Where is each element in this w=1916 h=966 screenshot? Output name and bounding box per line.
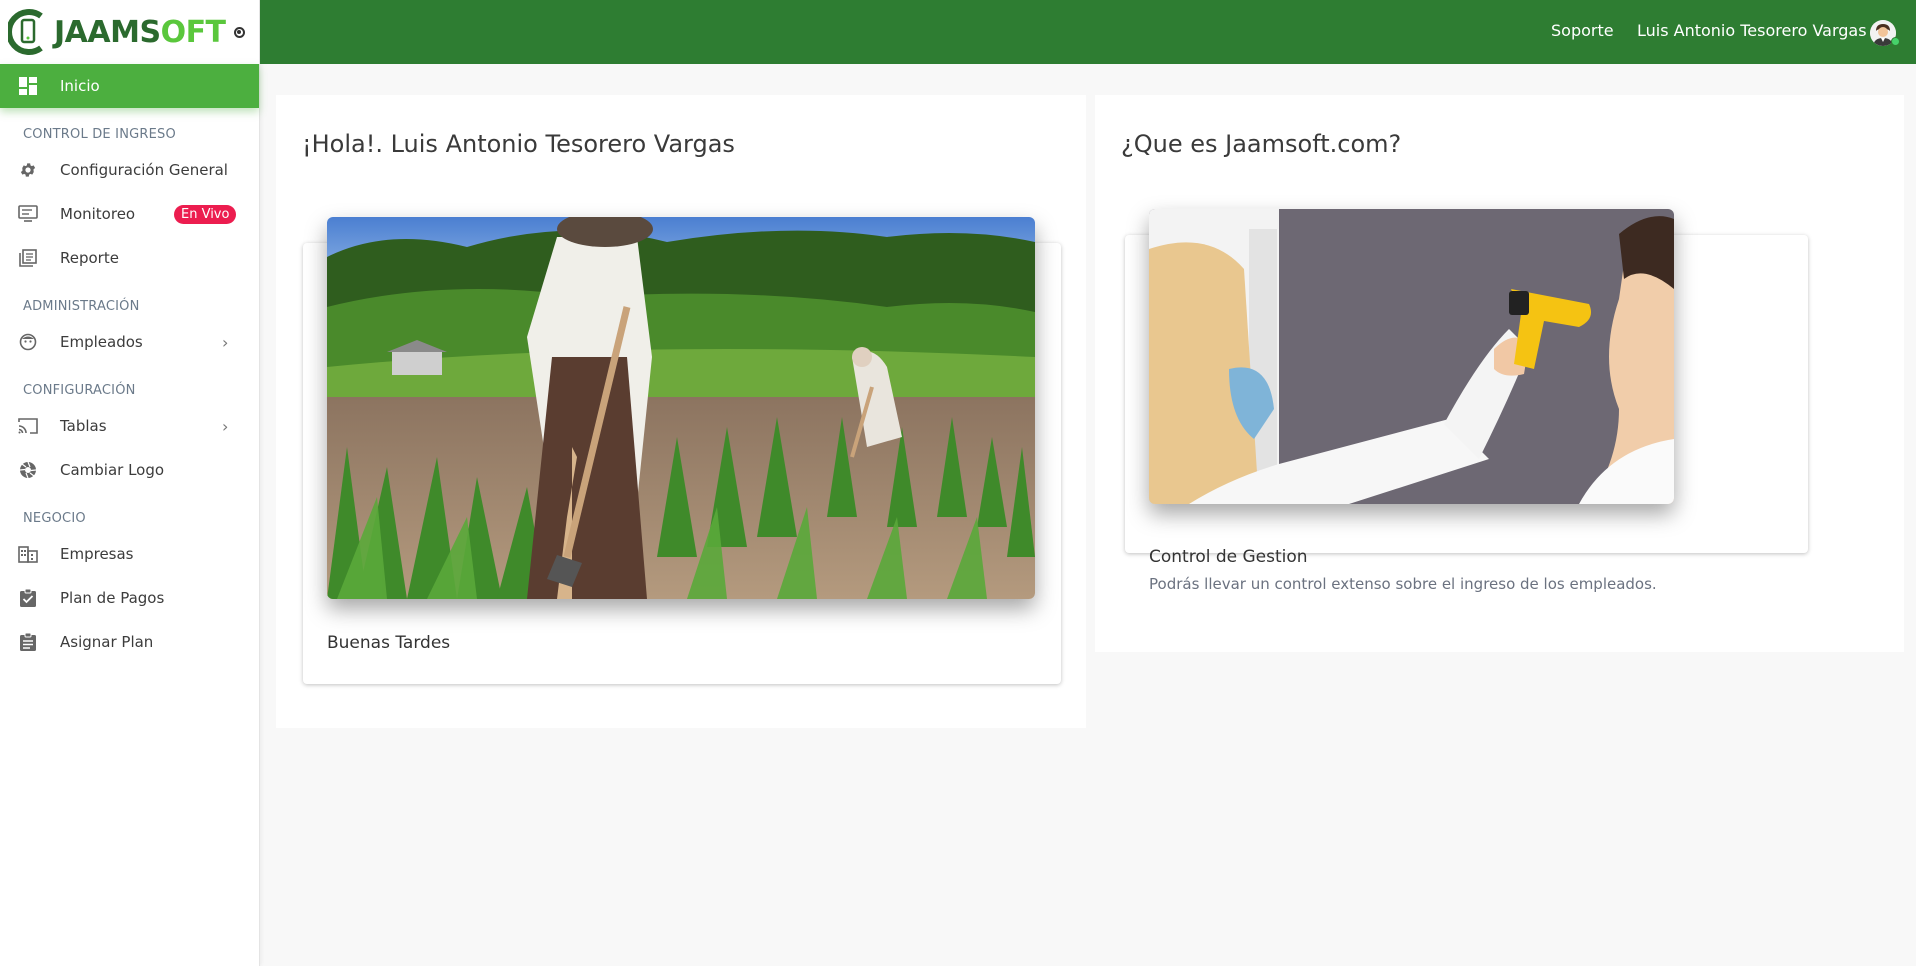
face-icon (18, 332, 38, 352)
sidebar-item-label: Tablas (60, 417, 107, 435)
sidebar-item-label: Plan de Pagos (60, 589, 165, 607)
user-name-link[interactable]: Luis Antonio Tesorero Vargas (1637, 21, 1867, 40)
sidebar-item-tablas[interactable]: Tablas › (0, 404, 259, 448)
about-title: ¿Que es Jaamsoft.com? (1121, 130, 1402, 158)
about-panel: ¿Que es Jaamsoft.com? Control de Gestion… (1095, 95, 1904, 652)
sidebar-item-label: Asignar Plan (60, 633, 154, 651)
sidebar-item-empresas[interactable]: Empresas (0, 532, 259, 576)
sidebar-item-label: Cambiar Logo (60, 461, 165, 479)
farmers-image (327, 217, 1035, 599)
online-status-dot (1891, 37, 1900, 46)
support-link[interactable]: Soporte (1551, 21, 1614, 40)
sidebar-item-configuracion-general[interactable]: Configuración General (0, 148, 259, 192)
report-icon (18, 248, 38, 268)
greeting-title: ¡Hola!. Luis Antonio Tesorero Vargas (302, 130, 735, 158)
sidebar-item-label: Empresas (60, 545, 134, 563)
sidebar-item-monitoreo[interactable]: Monitoreo En Vivo (0, 192, 259, 236)
dashboard-icon (18, 76, 38, 96)
chevron-right-icon: › (222, 416, 229, 436)
sidebar-item-cambiar-logo[interactable]: Cambiar Logo (0, 448, 259, 492)
cast-icon (18, 416, 38, 436)
section-control-ingreso: CONTROL DE INGRESO (23, 127, 176, 142)
gear-icon (18, 160, 38, 180)
aperture-icon (18, 460, 38, 480)
sidebar-item-label: Reporte (60, 249, 119, 267)
live-badge: En Vivo (174, 204, 237, 224)
sidebar-item-asignar-plan[interactable]: Asignar Plan (0, 620, 259, 664)
sidebar-item-label: Empleados (60, 333, 143, 351)
chevron-right-icon: › (222, 332, 229, 352)
brand-logo[interactable]: JAAMSOFT (0, 0, 259, 64)
clipboard-check-icon (18, 588, 38, 608)
assignment-icon (18, 632, 38, 652)
sidebar-item-plan-pagos[interactable]: Plan de Pagos (0, 576, 259, 620)
section-configuracion: CONFIGURACIÓN (23, 383, 136, 398)
sidebar-item-label: Inicio (60, 77, 100, 95)
sidebar-item-reporte[interactable]: Reporte (0, 236, 259, 280)
about-card-title: Control de Gestion (1149, 547, 1308, 567)
sidebar-item-label: Configuración General (60, 161, 228, 179)
brand-name: JAAMSOFT (54, 14, 226, 50)
greeting-panel: ¡Hola!. Luis Antonio Tesorero Vargas Bue… (276, 95, 1086, 728)
sidebar-toggle-icon[interactable] (233, 26, 245, 38)
section-negocio: NEGOCIO (23, 511, 86, 526)
about-card-text: Podrás llevar un control extenso sobre e… (1149, 575, 1657, 593)
greeting-card-title: Buenas Tardes (327, 633, 451, 653)
sidebar-item-label: Monitoreo (60, 205, 136, 223)
sidebar-item-empleados[interactable]: Empleados › (0, 320, 259, 364)
sidebar: JAAMSOFT Inicio CONTROL DE INGRESO Confi… (0, 0, 260, 966)
sidebar-item-inicio[interactable]: Inicio (0, 64, 259, 108)
business-icon (18, 544, 38, 564)
temperature-check-image (1149, 209, 1674, 504)
logo-icon (6, 6, 50, 58)
section-administracion: ADMINISTRACIÓN (23, 299, 140, 314)
monitor-icon (18, 204, 38, 224)
